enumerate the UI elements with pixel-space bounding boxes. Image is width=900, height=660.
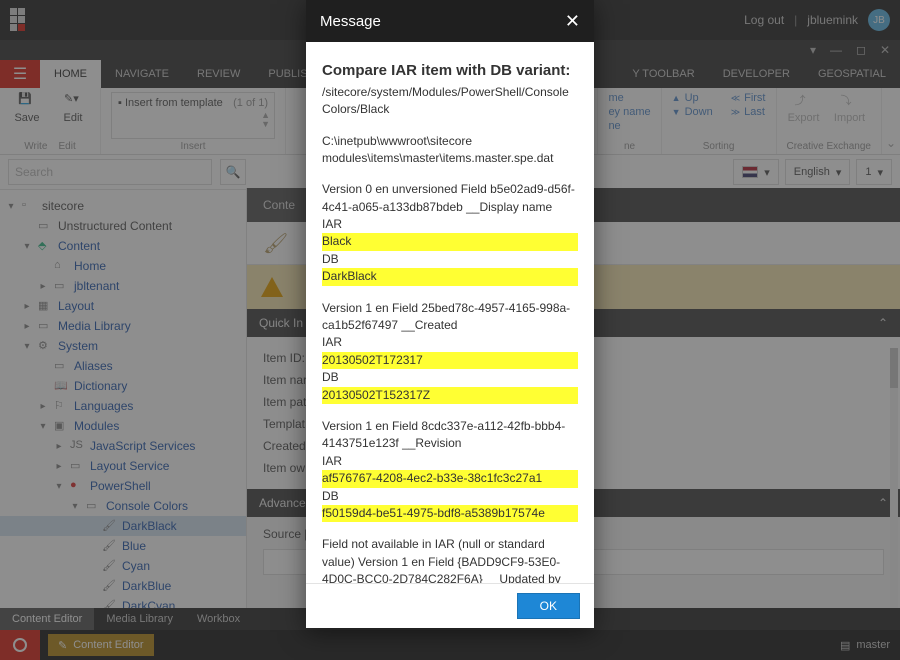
iar-label: IAR: [322, 453, 578, 470]
file-path: C:\inetpub\wwwroot\sitecore modules\item…: [322, 133, 578, 168]
db-label: DB: [322, 251, 578, 268]
db-label: DB: [322, 488, 578, 505]
v1a-field-header: Version 1 en Field 25bed78c-4957-4165-99…: [322, 300, 578, 335]
dialog-body: Compare IAR item with DB variant: /sitec…: [306, 42, 594, 583]
item-path: /sitecore/system/Modules/PowerShell/Cons…: [322, 84, 578, 119]
v1b-db-value: f50159d4-be51-4975-bdf8-a5389b17574e: [322, 505, 578, 522]
db-label: DB: [322, 369, 578, 386]
v0-db-value: DarkBlack: [322, 268, 578, 285]
v0-iar-value: Black: [322, 233, 578, 250]
compare-heading: Compare IAR item with DB variant:: [322, 60, 578, 82]
tail-text: Field not available in IAR (null or stan…: [322, 536, 578, 583]
v0-field-header: Version 0 en unversioned Field b5e02ad9-…: [322, 181, 578, 216]
dialog-title: Message: [320, 13, 381, 30]
v1b-field-header: Version 1 en Field 8cdc337e-a112-42fb-bb…: [322, 418, 578, 453]
message-dialog: Message ✕ Compare IAR item with DB varia…: [306, 0, 594, 628]
dialog-close-icon[interactable]: ✕: [565, 11, 580, 32]
v1a-iar-value: 20130502T172317: [322, 352, 578, 369]
iar-label: IAR: [322, 216, 578, 233]
ok-button[interactable]: OK: [517, 593, 580, 619]
v1a-db-value: 20130502T152317Z: [322, 387, 578, 404]
v1b-iar-value: af576767-4208-4ec2-b33e-38c1fc3c27a1: [322, 470, 578, 487]
iar-label: IAR: [322, 334, 578, 351]
